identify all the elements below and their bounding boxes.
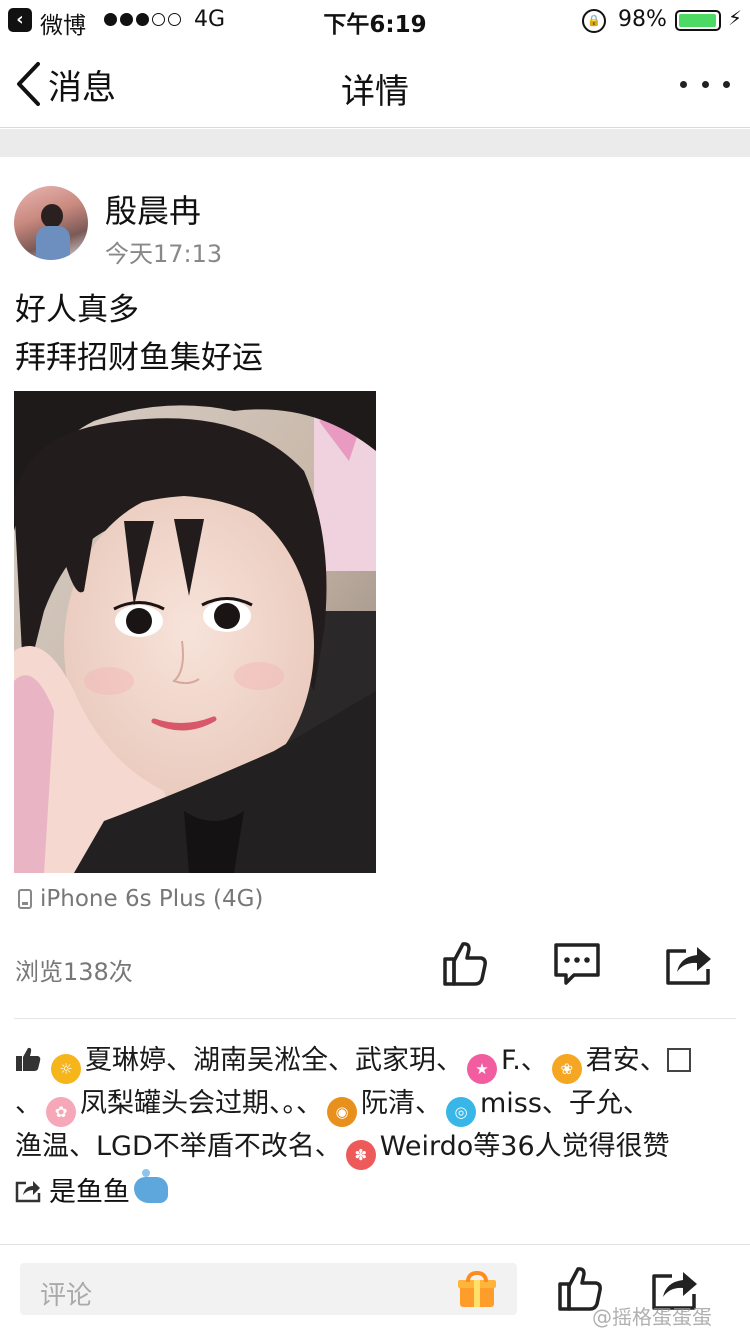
phone-icon	[18, 889, 32, 909]
user-badge-icon: ✽	[345, 1140, 376, 1170]
liker-names[interactable]: Weirdo等36人觉得很赞	[380, 1131, 670, 1162]
post-source: iPhone 6s Plus (4G)	[18, 886, 263, 912]
liker-names[interactable]: 夏琳婷、湖南吴淞全、武家玥、	[85, 1045, 463, 1076]
selfie-image	[14, 391, 376, 873]
gift-icon[interactable]	[458, 1271, 496, 1307]
liker-names[interactable]: F.、	[501, 1045, 548, 1076]
user-badge-icon: ◉	[327, 1097, 357, 1127]
more-options-icon[interactable]	[680, 64, 730, 104]
post-text-line: 好人真多	[15, 292, 139, 328]
repost-info[interactable]: 是鱼鱼	[15, 1168, 168, 1209]
likes-thumb-icon	[16, 1047, 41, 1071]
user-badge-icon: ◎	[446, 1097, 476, 1127]
repost-user[interactable]: 是鱼鱼	[49, 1170, 130, 1209]
share-icon	[666, 947, 711, 985]
post-text-line: 拜拜招财鱼集好运	[15, 340, 263, 376]
status-bar: ‹ 微博 4G 下午6:19 🔒 98% ⚡	[0, 0, 750, 40]
battery-icon	[675, 10, 721, 31]
likes-list: ☼ 夏琳婷、湖南吴淞全、武家玥、 ★ F.、 ❀ 君安、、 ✿ 凤梨罐头会过期、。、 ◉ 阮清、 ◎…	[15, 1041, 735, 1170]
divider	[14, 1018, 736, 1019]
whale-emoji-icon	[134, 1168, 168, 1203]
liker-names[interactable]: 阮清、	[361, 1088, 442, 1119]
comment-input[interactable]: 评论	[20, 1263, 517, 1315]
post-photo[interactable]	[14, 391, 376, 873]
battery-percentage: 98%	[618, 7, 667, 32]
liker-names[interactable]: 君安、	[586, 1045, 667, 1076]
charging-icon: ⚡	[728, 6, 743, 30]
post-content: 好人真多 拜拜招财鱼集好运	[15, 286, 263, 382]
post-timestamp: 今天17:13	[105, 240, 223, 268]
thumbs-up-icon	[443, 942, 487, 986]
user-badge-icon: ❀	[551, 1054, 582, 1084]
comment-placeholder: 评论	[40, 1281, 93, 1311]
liker-names[interactable]: 渔温、LGD不举盾不改名、	[15, 1131, 342, 1162]
user-badge-icon: ★	[467, 1054, 497, 1084]
user-badge-icon: ☼	[51, 1054, 81, 1084]
liker-names[interactable]: 凤梨罐头会过期、。、	[80, 1088, 323, 1119]
device-name: iPhone 6s Plus (4G)	[40, 886, 264, 912]
avatar[interactable]	[14, 186, 88, 260]
comment-icon	[554, 943, 600, 985]
user-badge-icon: ✿	[46, 1097, 76, 1127]
watermark: @摇格蛋蛋蛋	[592, 1305, 712, 1329]
author-name[interactable]: 殷晨冉	[105, 186, 201, 232]
liker-names[interactable]: 、	[15, 1088, 42, 1119]
battery-level	[679, 14, 717, 27]
bottom-bar: 评论 @摇格蛋蛋蛋	[0, 1244, 750, 1334]
repost-icon	[15, 1180, 41, 1202]
navigation-bar: 消息 详情	[0, 40, 750, 128]
rotation-lock-icon: 🔒	[582, 9, 606, 33]
view-count: 浏览138次	[15, 958, 133, 986]
like-button[interactable]	[440, 938, 490, 988]
page-title: 详情	[341, 72, 409, 112]
comment-button[interactable]	[552, 938, 602, 988]
repost-button[interactable]	[664, 938, 714, 988]
liker-names[interactable]: miss、子允、	[480, 1088, 650, 1119]
section-separator	[0, 129, 750, 157]
placeholder-glyph-icon	[666, 1048, 691, 1072]
